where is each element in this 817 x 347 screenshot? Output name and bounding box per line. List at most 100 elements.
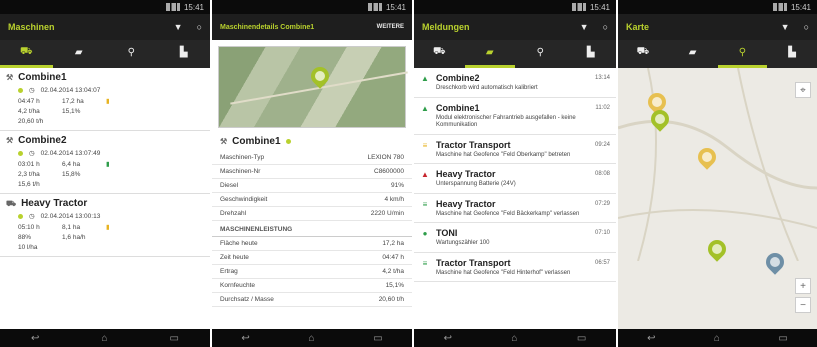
list-item[interactable]: ≡ Heavy Tractor 07:29 Maschine hat Geofence… [414, 194, 616, 223]
list-item[interactable]: ≡ Tractor Transport 09:24 Maschine hat Geof… [414, 135, 616, 164]
zoom-in-button[interactable]: + [795, 278, 811, 294]
home-icon[interactable]: ⌂ [101, 333, 107, 344]
page-title: Meldungen [422, 22, 470, 32]
chart-icon: ▙ [788, 47, 796, 58]
tab-map[interactable]: ⚲ [717, 40, 768, 68]
my-location-button[interactable]: ⌖ [795, 82, 811, 98]
message-text: Maschine hat Geofence "Feld Oberkamp" be… [436, 151, 571, 158]
fuel-level-value: 88% [18, 234, 32, 241]
area-value: 6,4 ha [62, 160, 81, 168]
tab-messages[interactable]: ▰ [53, 40, 106, 68]
fuel-icon: ▮ [106, 98, 110, 105]
tractor-icon: ⛟ [432, 46, 446, 57]
warning-icon: ▲ [421, 103, 429, 113]
back-icon[interactable]: ↩ [444, 333, 452, 344]
detail-row: Maschinen-Nr C8600000 [212, 165, 412, 179]
list-item[interactable]: ▲ Combine1 11:02 Modul elektronischer Fahra… [414, 98, 616, 135]
action-bar: Maschinendetails Combine1 WEITERE [212, 14, 412, 40]
tab-machines[interactable]: ⛟ [618, 40, 668, 68]
tab-machines[interactable]: ⛟ [414, 40, 465, 68]
machine-name: Heavy Tractor [21, 198, 88, 209]
back-icon[interactable]: ↩ [31, 333, 39, 344]
signal-icon [571, 3, 586, 11]
tractor-icon: ⛟ [6, 198, 17, 208]
yield-value: 2,3 t/ha [18, 171, 40, 178]
refresh-icon[interactable]: ○ [197, 22, 202, 32]
moisture-value: 15,1% [62, 108, 81, 115]
filter-icon[interactable]: ▼ [580, 22, 589, 32]
recents-icon[interactable]: ▭ [170, 333, 179, 344]
message-machine: TONI [436, 228, 458, 238]
message-machine: Combine2 [436, 73, 480, 83]
message-text: Maschine hat Geofence "Feld Bäckerkamp" … [436, 210, 580, 217]
android-nav-bar: ↩ ⌂ ▭ [0, 329, 210, 347]
action-bar: Meldungen ▼ ○ [414, 14, 616, 40]
warning-icon: ▲ [421, 170, 429, 179]
home-icon[interactable]: ⌂ [308, 333, 314, 344]
signal-icon [165, 3, 180, 11]
phone-messages: 15:41 Meldungen ▼ ○ ⛟ ▰ ⚲ ▙ ▲ Combine2 13:1… [414, 0, 618, 347]
recents-icon[interactable]: ▭ [778, 333, 787, 344]
list-item[interactable]: ⚒ Combine1 ◷ 02.04.2014 13:04:07 04:47 h 17… [0, 68, 210, 131]
page-title: Maschinen [8, 22, 55, 32]
area-value: 17,2 ha [62, 97, 84, 105]
detail-value: 4 km/h [384, 196, 404, 203]
detail-row: Maschinen-Typ LEXION 780 [212, 151, 412, 165]
tractor-icon: ⛟ [19, 46, 33, 57]
machine-date: 02.04.2014 13:00:13 [40, 212, 101, 220]
list-item[interactable]: ⛟ Heavy Tractor ◷ 02.04.2014 13:00:13 05:1… [0, 194, 210, 257]
status-bar: 15:41 [0, 0, 210, 14]
list-item[interactable]: ▲ Heavy Tractor 08:08 Unterspannung Batteri… [414, 164, 616, 194]
recents-icon[interactable]: ▭ [577, 333, 586, 344]
message-text: Maschine hat Geofence "Feld Hinterhof" v… [436, 269, 571, 276]
time-value: 04:47 h [18, 97, 40, 105]
refresh-icon[interactable]: ○ [804, 22, 809, 32]
detail-row: Kornfeuchte 15,1% [212, 279, 412, 293]
message-machine: Tractor Transport [436, 257, 511, 268]
tab-statistics[interactable]: ▙ [158, 40, 211, 68]
status-time: 15:41 [183, 2, 204, 12]
list-item[interactable]: ● TONI 07:10 Wartungszähler 100 [414, 223, 616, 253]
detail-label: Geschwindigkeit [220, 196, 268, 203]
refresh-icon[interactable]: ○ [603, 22, 608, 32]
message-time: 13:14 [594, 75, 610, 81]
detail-value: 2220 U/min [370, 210, 404, 217]
tab-messages[interactable]: ▰ [668, 40, 718, 68]
list-item[interactable]: ⚒ Combine2 ◷ 02.04.2014 13:07:49 03:01 h 6,… [0, 131, 210, 194]
fuel-icon: ▮ [106, 224, 110, 231]
tab-machines[interactable]: ⛟ [0, 40, 53, 68]
tab-map[interactable]: ⚲ [105, 40, 158, 68]
message-machine: Heavy Tractor [436, 169, 496, 179]
recents-icon[interactable]: ▭ [373, 333, 382, 344]
zoom-out-button[interactable]: − [795, 297, 811, 313]
mini-map[interactable] [218, 46, 408, 128]
message-time: 07:10 [594, 230, 610, 236]
home-icon[interactable]: ⌂ [511, 333, 517, 344]
more-button[interactable]: WEITERE [377, 24, 404, 30]
back-icon[interactable]: ↩ [647, 333, 655, 344]
clock-icon: ◷ [29, 213, 35, 220]
android-nav-bar: ↩ ⌂ ▭ [414, 329, 616, 347]
map-view[interactable]: ⌖ + − [618, 68, 817, 329]
machine-date: 02.04.2014 13:07:49 [40, 149, 101, 157]
geofence-icon: ≡ [422, 199, 428, 209]
list-item[interactable]: ▲ Combine2 13:14 Dreschkorb wird automatisc… [414, 68, 616, 98]
message-machine: Combine1 [436, 102, 480, 113]
tab-map[interactable]: ⚲ [515, 40, 566, 68]
filter-icon[interactable]: ▼ [781, 22, 790, 32]
messages-icon: ▰ [485, 47, 494, 58]
home-icon[interactable]: ⌂ [714, 333, 720, 344]
combine-icon: ⚒ [6, 136, 14, 145]
list-item[interactable]: ≡ Tractor Transport 06:57 Maschine hat Geof… [414, 253, 616, 282]
tab-messages[interactable]: ▰ [464, 40, 515, 68]
filter-icon[interactable]: ▼ [174, 22, 183, 32]
area-value: 8,1 ha [62, 223, 81, 231]
throughput-value: 15,6 t/h [18, 181, 40, 188]
tab-statistics[interactable]: ▙ [767, 40, 817, 68]
tab-statistics[interactable]: ▙ [566, 40, 617, 68]
back-icon[interactable]: ↩ [241, 333, 249, 344]
detail-row: Drehzahl 2220 U/min [212, 207, 412, 221]
messages-icon: ▰ [74, 47, 83, 58]
messages-icon: ▰ [688, 47, 697, 58]
detail-label: Maschinen-Typ [220, 154, 265, 161]
